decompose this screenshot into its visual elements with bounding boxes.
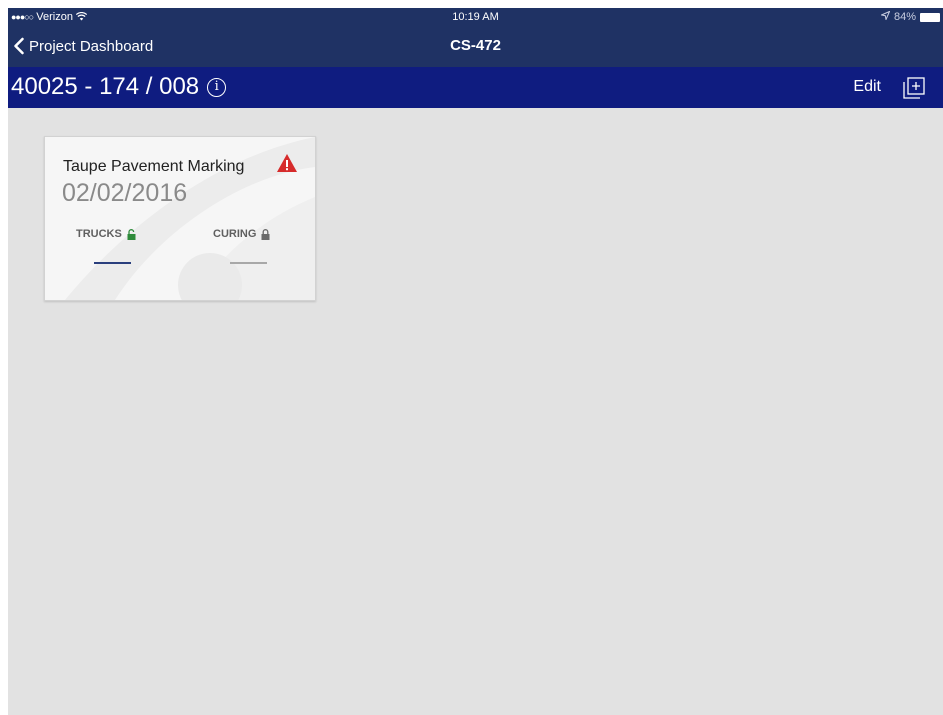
nav-title: CS-472: [450, 37, 501, 54]
info-icon[interactable]: i: [207, 77, 227, 97]
status-time: 10:19 AM: [452, 11, 499, 23]
navigation-bar: ●●●○○ Verizon 10:19 AM 84% Project Dashb…: [8, 8, 943, 67]
unlocked-icon: [127, 228, 136, 240]
location-arrow-icon: [879, 8, 891, 26]
card-date: 02/02/2016: [62, 179, 188, 207]
curing-status: CURING: [213, 228, 270, 240]
curing-label: CURING: [213, 228, 257, 240]
add-item-icon[interactable]: [903, 77, 925, 99]
battery-icon: [920, 12, 940, 22]
curing-value: [230, 262, 267, 264]
edit-button[interactable]: Edit: [853, 78, 881, 96]
trucks-label: TRUCKS: [76, 228, 122, 240]
battery-indicator: 84%: [879, 8, 940, 26]
project-header: 40025 - 174 / 008 i Edit: [8, 67, 943, 108]
lock-icon: [261, 228, 270, 240]
activity-card[interactable]: Taupe Pavement Marking 02/02/2016 TRUCKS…: [44, 136, 316, 301]
status-bar: ●●●○○ Verizon 10:19 AM 84%: [8, 8, 943, 26]
trucks-status: TRUCKS: [76, 228, 136, 240]
app-screen: ●●●○○ Verizon 10:19 AM 84% Project Dashb…: [8, 8, 943, 715]
card-title: Taupe Pavement Marking: [63, 158, 245, 175]
trucks-value: [94, 262, 131, 264]
project-title: 40025 - 174 / 008: [11, 73, 200, 100]
warning-icon: [277, 154, 297, 172]
battery-percent: 84%: [893, 11, 916, 23]
